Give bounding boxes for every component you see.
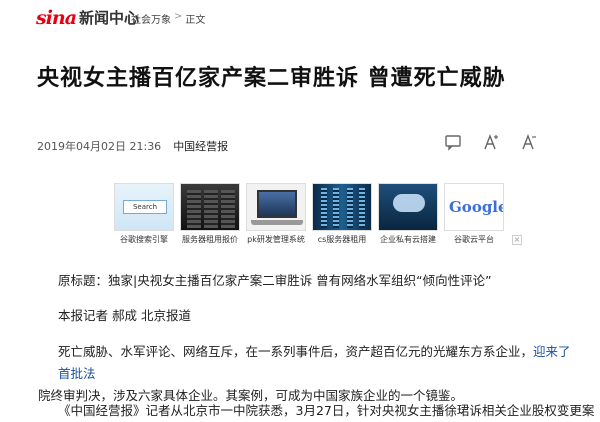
paragraph-text: 死亡威胁、水军评论、网络互斥，在一系列事件后，资产超百亿元的光耀东方系企业， — [58, 344, 534, 359]
body-paragraph-1: 死亡威胁、水军评论、网络互斥，在一系列事件后，资产超百亿元的光耀东方系企业，迎来… — [38, 341, 578, 407]
google-thumb: Google — [444, 183, 504, 231]
font-increase-icon[interactable] — [482, 133, 500, 153]
laptop-thumb — [246, 183, 306, 231]
font-decrease-icon[interactable] — [520, 133, 538, 153]
article-title: 央视女主播百亿家产案二审胜诉 曾遭死亡威胁 — [37, 66, 506, 91]
breadcrumb-separator: > — [174, 11, 183, 22]
ad-label: 服务器租用报价 — [182, 235, 238, 244]
ad-item[interactable]: Search 谷歌搜索引擎 — [114, 183, 174, 245]
site-header: sina 新闻中心 社会万象 > 正文 — [0, 0, 600, 36]
ad-label: pk研发管理系统 — [247, 235, 305, 244]
sina-logo-text: sina — [36, 7, 77, 29]
original-title-line: 原标题：独家|央视女主播百亿家产案二审胜诉 曾有网络水军组织“倾向性评论” — [58, 273, 492, 288]
ad-label: cs服务器租用 — [317, 235, 367, 244]
ad-item[interactable]: 服务器租用报价 — [180, 183, 240, 245]
ad-strip: Search 谷歌搜索引擎 服务器租用报价 pk研发管理系统 cs服务器租用 企… — [114, 183, 524, 245]
sina-news-logo[interactable]: sina 新闻中心 — [36, 8, 139, 28]
ad-label: 谷歌云平台 — [454, 235, 494, 244]
article-datetime: 2019年04月02日 21:36 — [37, 140, 162, 153]
search-thumb: Search — [114, 183, 174, 231]
ad-label: 谷歌搜索引擎 — [120, 235, 168, 244]
ad-item[interactable]: cs服务器租用 — [312, 183, 372, 245]
body-paragraph-2: 《中国经营报》记者从北京市一中院获悉，3月27日，针对央视女主播徐珺诉相关企业股… — [58, 403, 595, 418]
breadcrumb-item-society[interactable]: 社会万象 — [131, 11, 171, 26]
google-wordmark: Google — [449, 198, 504, 216]
comment-icon[interactable] — [444, 133, 462, 153]
search-box-graphic: Search — [123, 200, 167, 214]
ad-item[interactable]: pk研发管理系统 — [246, 183, 306, 245]
breadcrumb-item-article: 正文 — [185, 15, 206, 26]
ad-label: 企业私有云搭建 — [380, 235, 436, 244]
ad-item[interactable]: 企业私有云搭建 — [378, 183, 438, 245]
article-tools — [444, 133, 538, 153]
server-thumb — [180, 183, 240, 231]
ad-more-icon[interactable]: × — [512, 235, 522, 245]
ad-item[interactable]: Google 谷歌云平台 — [444, 183, 504, 245]
article-source[interactable]: 中国经营报 — [173, 138, 228, 154]
ad-more[interactable]: × — [510, 183, 524, 245]
reporter-line: 本报记者 郝成 北京报道 — [58, 308, 191, 323]
cloud-thumb — [378, 183, 438, 231]
article-meta: 2019年04月02日 21:36 中国经营报 — [37, 138, 228, 154]
breadcrumb: 社会万象 > 正文 — [131, 11, 205, 26]
datacenter-thumb — [312, 183, 372, 231]
